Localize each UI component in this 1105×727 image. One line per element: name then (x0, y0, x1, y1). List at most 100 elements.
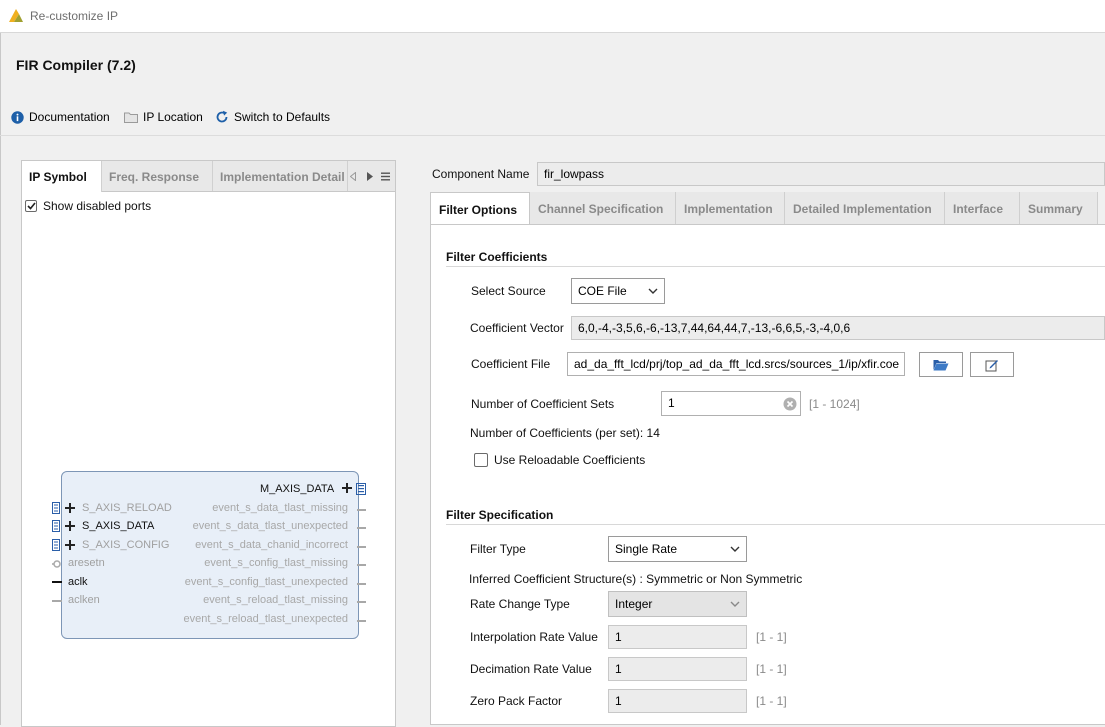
zero-pack-factor-range: [1 - 1] (756, 694, 787, 708)
port-wire (357, 546, 366, 548)
filter-coefficients-heading: Filter Coefficients (446, 250, 548, 264)
documentation-button[interactable]: Documentation (11, 109, 110, 125)
port-event-s-config-tlast-unexpected: event_s_config_tlast_unexpected (184, 576, 348, 588)
tab-implementation[interactable]: Implementation (676, 192, 785, 224)
zero-pack-factor-field[interactable]: 1 (608, 689, 747, 713)
section-divider (446, 266, 1105, 267)
ip-location-button[interactable]: IP Location (124, 109, 203, 125)
zero-pack-factor-label: Zero Pack Factor (470, 694, 563, 708)
vivado-logo-icon (9, 9, 23, 22)
port-event-s-data-tlast-unexpected: event_s_data_tlast_unexpected (192, 520, 348, 532)
port-event-s-data-chanid-incorrect: event_s_data_chanid_incorrect (195, 539, 348, 551)
num-coefficient-sets-value: 1 (668, 396, 675, 410)
component-name-field[interactable]: fir_lowpass (537, 162, 1105, 186)
left-tab-bar: IP Symbol Freq. Response Implementation … (22, 161, 395, 192)
switch-defaults-button[interactable]: Switch to Defaults (215, 109, 330, 125)
select-source-dropdown[interactable]: COE File (571, 278, 665, 304)
folder-icon (124, 112, 138, 123)
tab-freq-response[interactable]: Freq. Response (102, 161, 213, 191)
port-wire (357, 564, 366, 566)
port-s-axis-reload: S_AXIS_RELOAD (82, 502, 172, 514)
menu-icon[interactable] (381, 172, 390, 181)
reset-port-icon (52, 560, 61, 568)
show-disabled-ports-label: Show disabled ports (43, 199, 152, 213)
coefficient-vector-field[interactable]: 6,0,-4,-3,5,6,-6,-13,7,44,64,44,7,-13,-6… (571, 316, 1105, 340)
port-s-axis-config: S_AXIS_CONFIG (82, 539, 170, 551)
expand-plus-icon[interactable] (65, 540, 75, 550)
toolbar-divider (0, 135, 1105, 136)
bus-icon (356, 483, 366, 495)
port-aresetn: aresetn (68, 557, 105, 569)
reloadable-coefficients-checkbox[interactable] (474, 453, 488, 467)
tab-ip-symbol[interactable]: IP Symbol (22, 161, 102, 192)
expand-plus-icon[interactable] (342, 483, 352, 493)
filter-specification-heading: Filter Specification (446, 508, 554, 522)
port-event-s-config-tlast-missing: event_s_config_tlast_missing (204, 557, 348, 569)
interpolation-rate-label: Interpolation Rate Value (470, 630, 598, 644)
coefficient-vector-label: Coefficient Vector (470, 321, 564, 335)
num-coefficient-sets-field[interactable]: 1 (661, 391, 801, 416)
switch-defaults-label: Switch to Defaults (234, 110, 331, 124)
port-s-axis-data: S_AXIS_DATA (82, 520, 155, 532)
coefficient-file-field[interactable]: ad_da_fft_lcd/prj/top_ad_da_fft_lcd.srcs… (567, 352, 905, 376)
tab-detailed-implementation[interactable]: Detailed Implementation (785, 192, 945, 224)
rate-change-type-dropdown[interactable]: Integer (608, 591, 747, 617)
folder-open-icon (933, 359, 949, 370)
ip-title: FIR Compiler (7.2) (16, 57, 136, 73)
show-disabled-ports-row[interactable]: Show disabled ports (25, 199, 151, 213)
tab-implementation-detail[interactable]: Implementation Detail (213, 161, 348, 191)
tab-channel-specification[interactable]: Channel Specification (530, 192, 676, 224)
clock-wire (52, 581, 62, 583)
config-tab-bar: Filter Options Channel Specification Imp… (430, 192, 1105, 226)
scroll-right-icon[interactable] (367, 172, 373, 181)
port-aclk: aclk (68, 576, 88, 588)
expand-plus-icon[interactable] (65, 521, 75, 531)
scroll-left-icon[interactable] (350, 172, 356, 181)
num-coefficient-sets-label: Number of Coefficient Sets (471, 397, 615, 411)
num-coefficient-sets-range: [1 - 1024] (809, 397, 860, 411)
bus-icon (52, 520, 60, 532)
tab-filter-options[interactable]: Filter Options (430, 192, 530, 226)
inferred-structure-text: Inferred Coefficient Structure(s) : Symm… (469, 572, 803, 586)
port-event-s-reload-tlast-unexpected: event_s_reload_tlast_unexpected (183, 613, 348, 625)
clear-icon[interactable] (783, 397, 797, 411)
port-wire (357, 601, 366, 603)
chevron-down-icon (648, 288, 658, 294)
expand-plus-icon[interactable] (65, 503, 75, 513)
filter-type-label: Filter Type (470, 542, 526, 556)
documentation-label: Documentation (29, 110, 110, 124)
check-icon (26, 202, 36, 210)
edit-icon (985, 359, 998, 371)
interpolation-rate-field[interactable]: 1 (608, 625, 747, 649)
info-icon (11, 110, 24, 124)
tab-summary[interactable]: Summary (1020, 192, 1098, 224)
tab-interface[interactable]: Interface (945, 192, 1020, 224)
filter-type-value: Single Rate (615, 542, 678, 556)
chevron-down-icon (730, 601, 740, 607)
output-port-label: M_AXIS_DATA (260, 483, 335, 495)
bus-icon (52, 502, 60, 514)
port-aclken: aclken (68, 594, 100, 606)
reloadable-coefficients-row[interactable]: Use Reloadable Coefficients (474, 453, 645, 467)
edit-file-button[interactable] (970, 352, 1014, 377)
title-bar: Re-customize IP (0, 0, 1105, 33)
chevron-down-icon (730, 546, 740, 552)
filter-options-panel (430, 224, 1105, 725)
decimation-rate-range: [1 - 1] (756, 662, 787, 676)
decimation-rate-field[interactable]: 1 (608, 657, 747, 681)
select-source-value: COE File (578, 284, 627, 298)
window-title: Re-customize IP (30, 9, 119, 23)
show-disabled-ports-checkbox[interactable] (25, 200, 37, 212)
refresh-icon (216, 110, 228, 123)
ip-location-label: IP Location (143, 110, 203, 124)
bus-icon (52, 539, 60, 551)
select-source-label: Select Source (471, 284, 546, 298)
filter-type-dropdown[interactable]: Single Rate (608, 536, 747, 562)
browse-file-button[interactable] (919, 352, 963, 377)
interpolation-rate-range: [1 - 1] (756, 630, 787, 644)
section-divider (446, 524, 1105, 525)
coefficient-file-label: Coefficient File (471, 357, 551, 371)
rate-change-type-label: Rate Change Type (470, 597, 570, 611)
component-name-label: Component Name (432, 167, 530, 181)
port-wire (357, 620, 366, 622)
